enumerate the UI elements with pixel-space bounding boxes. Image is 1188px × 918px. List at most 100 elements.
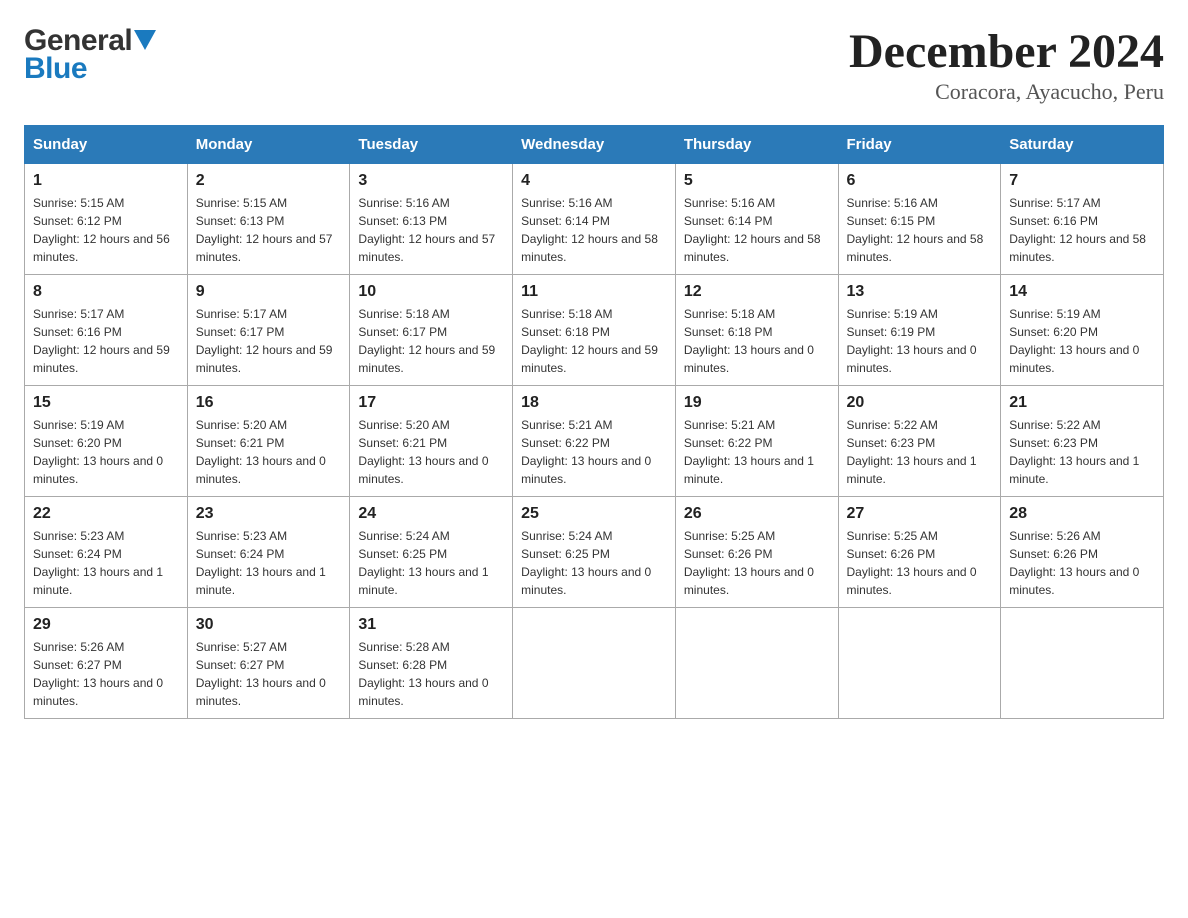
day-info: Sunrise: 5:19 AMSunset: 6:20 PMDaylight:… (1009, 305, 1155, 377)
week-row-4: 22 Sunrise: 5:23 AMSunset: 6:24 PMDayligh… (25, 497, 1164, 608)
day-number: 28 (1009, 505, 1155, 523)
day-number: 4 (521, 172, 667, 190)
calendar-cell: 18 Sunrise: 5:21 AMSunset: 6:22 PMDayligh… (513, 386, 676, 497)
logo-arrow-icon (134, 30, 156, 50)
title-section: December 2024 Coracora, Ayacucho, Peru (849, 24, 1164, 105)
calendar-cell: 22 Sunrise: 5:23 AMSunset: 6:24 PMDayligh… (25, 497, 188, 608)
page-header: General Blue December 2024 Coracora, Aya… (24, 24, 1164, 105)
calendar-cell: 20 Sunrise: 5:22 AMSunset: 6:23 PMDayligh… (838, 386, 1001, 497)
day-info: Sunrise: 5:24 AMSunset: 6:25 PMDaylight:… (521, 527, 667, 599)
calendar-cell: 5Sunrise: 5:16 AMSunset: 6:14 PMDaylight… (675, 164, 838, 275)
calendar-cell: 1 Sunrise: 5:15 AMSunset: 6:12 PMDaylight… (25, 164, 188, 275)
calendar-cell: 4 Sunrise: 5:16 AMSunset: 6:14 PMDaylight… (513, 164, 676, 275)
day-info: Sunrise: 5:27 AMSunset: 6:27 PMDaylight:… (196, 638, 342, 710)
day-info: Sunrise: 5:15 AMSunset: 6:12 PMDaylight:… (33, 194, 179, 266)
day-info: Sunrise: 5:25 AMSunset: 6:26 PMDaylight:… (847, 527, 993, 599)
day-info: Sunrise: 5:23 AMSunset: 6:24 PMDaylight:… (196, 527, 342, 599)
day-number: 1 (33, 172, 179, 190)
logo-blue-text: Blue (24, 52, 87, 86)
calendar-cell: 7Sunrise: 5:17 AMSunset: 6:16 PMDaylight… (1001, 164, 1164, 275)
day-number: 25 (521, 505, 667, 523)
calendar-cell: 8 Sunrise: 5:17 AMSunset: 6:16 PMDaylight… (25, 275, 188, 386)
week-row-5: 29Sunrise: 5:26 AMSunset: 6:27 PMDayligh… (25, 608, 1164, 719)
calendar-cell: 16Sunrise: 5:20 AMSunset: 6:21 PMDayligh… (187, 386, 350, 497)
calendar-cell (1001, 608, 1164, 719)
day-info: Sunrise: 5:20 AMSunset: 6:21 PMDaylight:… (196, 416, 342, 488)
day-number: 27 (847, 505, 993, 523)
calendar-cell: 2Sunrise: 5:15 AMSunset: 6:13 PMDaylight… (187, 164, 350, 275)
calendar-cell: 19Sunrise: 5:21 AMSunset: 6:22 PMDayligh… (675, 386, 838, 497)
day-info: Sunrise: 5:21 AMSunset: 6:22 PMDaylight:… (521, 416, 667, 488)
day-info: Sunrise: 5:16 AMSunset: 6:14 PMDaylight:… (521, 194, 667, 266)
header-cell-wednesday: Wednesday (513, 126, 676, 164)
day-info: Sunrise: 5:19 AMSunset: 6:19 PMDaylight:… (847, 305, 993, 377)
day-number: 24 (358, 505, 504, 523)
header-cell-sunday: Sunday (25, 126, 188, 164)
day-number: 19 (684, 394, 830, 412)
calendar-cell: 17 Sunrise: 5:20 AMSunset: 6:21 PMDayligh… (350, 386, 513, 497)
day-number: 12 (684, 283, 830, 301)
calendar-cell: 14 Sunrise: 5:19 AMSunset: 6:20 PMDayligh… (1001, 275, 1164, 386)
calendar-cell: 3Sunrise: 5:16 AMSunset: 6:13 PMDaylight… (350, 164, 513, 275)
calendar-cell: 24 Sunrise: 5:24 AMSunset: 6:25 PMDayligh… (350, 497, 513, 608)
day-number: 31 (358, 616, 504, 634)
day-number: 17 (358, 394, 504, 412)
day-number: 15 (33, 394, 179, 412)
day-info: Sunrise: 5:22 AMSunset: 6:23 PMDaylight:… (1009, 416, 1155, 488)
calendar-cell: 12Sunrise: 5:18 AMSunset: 6:18 PMDayligh… (675, 275, 838, 386)
day-info: Sunrise: 5:17 AMSunset: 6:16 PMDaylight:… (1009, 194, 1155, 266)
calendar-cell: 30Sunrise: 5:27 AMSunset: 6:27 PMDayligh… (187, 608, 350, 719)
calendar-cell: 11Sunrise: 5:18 AMSunset: 6:18 PMDayligh… (513, 275, 676, 386)
week-row-1: 1 Sunrise: 5:15 AMSunset: 6:12 PMDaylight… (25, 164, 1164, 275)
day-info: Sunrise: 5:22 AMSunset: 6:23 PMDaylight:… (847, 416, 993, 488)
day-number: 20 (847, 394, 993, 412)
calendar-cell: 27 Sunrise: 5:25 AMSunset: 6:26 PMDayligh… (838, 497, 1001, 608)
calendar-cell: 31Sunrise: 5:28 AMSunset: 6:28 PMDayligh… (350, 608, 513, 719)
day-number: 22 (33, 505, 179, 523)
calendar-cell: 13 Sunrise: 5:19 AMSunset: 6:19 PMDayligh… (838, 275, 1001, 386)
day-info: Sunrise: 5:25 AMSunset: 6:26 PMDaylight:… (684, 527, 830, 599)
calendar-body: 1 Sunrise: 5:15 AMSunset: 6:12 PMDaylight… (25, 164, 1164, 719)
logo: General Blue (24, 24, 156, 86)
header-cell-friday: Friday (838, 126, 1001, 164)
day-info: Sunrise: 5:23 AMSunset: 6:24 PMDaylight:… (33, 527, 179, 599)
day-number: 14 (1009, 283, 1155, 301)
calendar-cell: 15Sunrise: 5:19 AMSunset: 6:20 PMDayligh… (25, 386, 188, 497)
day-info: Sunrise: 5:16 AMSunset: 6:13 PMDaylight:… (358, 194, 504, 266)
calendar-cell: 28 Sunrise: 5:26 AMSunset: 6:26 PMDayligh… (1001, 497, 1164, 608)
calendar-cell: 9 Sunrise: 5:17 AMSunset: 6:17 PMDaylight… (187, 275, 350, 386)
day-number: 23 (196, 505, 342, 523)
day-number: 10 (358, 283, 504, 301)
day-number: 8 (33, 283, 179, 301)
calendar-cell (838, 608, 1001, 719)
day-info: Sunrise: 5:17 AMSunset: 6:16 PMDaylight:… (33, 305, 179, 377)
calendar-cell (513, 608, 676, 719)
day-info: Sunrise: 5:16 AMSunset: 6:14 PMDaylight:… (684, 194, 830, 266)
day-info: Sunrise: 5:15 AMSunset: 6:13 PMDaylight:… (196, 194, 342, 266)
calendar-cell: 6 Sunrise: 5:16 AMSunset: 6:15 PMDaylight… (838, 164, 1001, 275)
header-cell-saturday: Saturday (1001, 126, 1164, 164)
day-number: 13 (847, 283, 993, 301)
day-number: 9 (196, 283, 342, 301)
calendar-header: SundayMondayTuesdayWednesdayThursdayFrid… (25, 126, 1164, 164)
header-cell-tuesday: Tuesday (350, 126, 513, 164)
calendar-cell: 25 Sunrise: 5:24 AMSunset: 6:25 PMDayligh… (513, 497, 676, 608)
day-info: Sunrise: 5:17 AMSunset: 6:17 PMDaylight:… (196, 305, 342, 377)
day-info: Sunrise: 5:26 AMSunset: 6:26 PMDaylight:… (1009, 527, 1155, 599)
header-row: SundayMondayTuesdayWednesdayThursdayFrid… (25, 126, 1164, 164)
month-title: December 2024 (849, 24, 1164, 79)
location-subtitle: Coracora, Ayacucho, Peru (849, 79, 1164, 105)
calendar-cell: 10 Sunrise: 5:18 AMSunset: 6:17 PMDayligh… (350, 275, 513, 386)
day-info: Sunrise: 5:18 AMSunset: 6:17 PMDaylight:… (358, 305, 504, 377)
header-cell-monday: Monday (187, 126, 350, 164)
day-info: Sunrise: 5:20 AMSunset: 6:21 PMDaylight:… (358, 416, 504, 488)
day-number: 18 (521, 394, 667, 412)
day-info: Sunrise: 5:16 AMSunset: 6:15 PMDaylight:… (847, 194, 993, 266)
day-number: 26 (684, 505, 830, 523)
week-row-2: 8 Sunrise: 5:17 AMSunset: 6:16 PMDaylight… (25, 275, 1164, 386)
day-number: 6 (847, 172, 993, 190)
day-info: Sunrise: 5:24 AMSunset: 6:25 PMDaylight:… (358, 527, 504, 599)
day-number: 21 (1009, 394, 1155, 412)
calendar-cell: 21 Sunrise: 5:22 AMSunset: 6:23 PMDayligh… (1001, 386, 1164, 497)
calendar-cell: 23 Sunrise: 5:23 AMSunset: 6:24 PMDayligh… (187, 497, 350, 608)
